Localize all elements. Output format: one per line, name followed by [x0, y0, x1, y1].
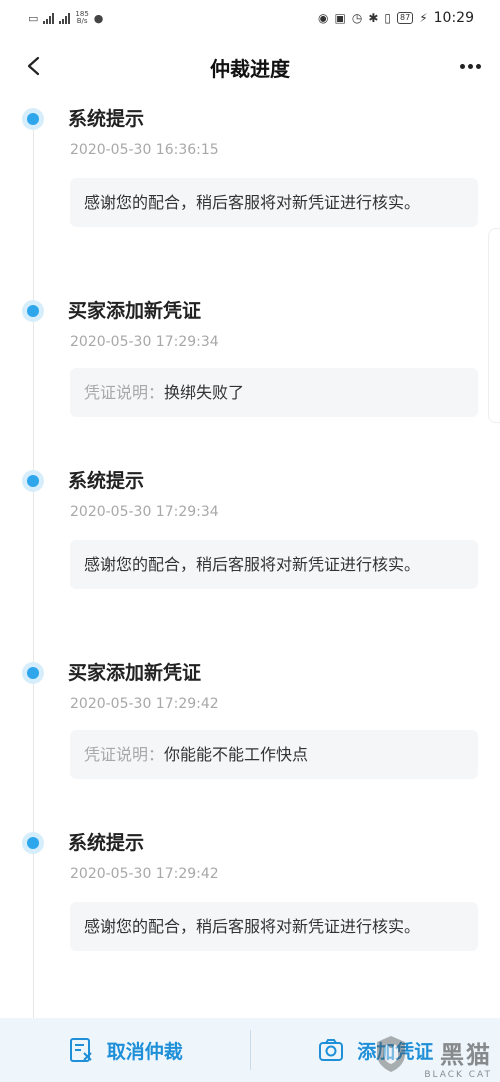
entry-time: 2020-05-30 17:29:34 — [70, 334, 219, 350]
entry-message: 感谢您的配合，稍后客服将对新凭证进行核实。 — [70, 178, 478, 227]
sim-card-icon: ▭ — [28, 11, 39, 25]
clock: 10:29 — [433, 10, 474, 26]
status-left: ▭ 185 B/s ● — [28, 11, 103, 25]
eye-icon: ◉ — [318, 11, 329, 25]
timeline-dot-icon — [22, 300, 44, 322]
bottom-action-bar: 取消仲裁 添加凭证 黑猫 BLACK CAT — [0, 1018, 500, 1082]
message-text: 感谢您的配合，稍后客服将对新凭证进行核实。 — [84, 917, 421, 936]
network-speed: 185 B/s — [75, 11, 88, 25]
chat-icon: ● — [93, 11, 104, 25]
signal-icon — [43, 12, 55, 24]
chevron-left-icon — [27, 56, 40, 76]
message-text: 感谢您的配合，稍后客服将对新凭证进行核实。 — [84, 555, 421, 574]
message-text: 换绑失败了 — [164, 383, 245, 402]
back-button[interactable] — [18, 50, 50, 82]
side-panel-edge[interactable] — [488, 228, 500, 423]
timeline-dot-icon — [22, 470, 44, 492]
entry-title: 买家添加新凭证 — [68, 300, 202, 322]
entry-message: 凭证说明：换绑失败了 — [70, 368, 478, 417]
entry-message: 感谢您的配合，稍后客服将对新凭证进行核实。 — [70, 540, 478, 589]
timeline-dot-icon — [22, 662, 44, 684]
cancel-arbitration-button[interactable]: 取消仲裁 — [0, 1018, 250, 1082]
nav-bar: 仲裁进度 — [0, 36, 500, 98]
battery-level: 87 — [397, 12, 414, 24]
entry-time: 2020-05-30 16:36:15 — [70, 142, 219, 158]
charging-icon: ⚡ — [419, 11, 428, 25]
evidence-label: 凭证说明： — [84, 383, 165, 402]
network-speed-unit: B/s — [76, 17, 88, 25]
cancel-arbitration-label: 取消仲裁 — [106, 1040, 183, 1063]
camera-icon — [319, 1039, 344, 1061]
more-dots-icon — [459, 63, 465, 69]
page-title: 仲裁进度 — [210, 56, 290, 81]
status-right: ◉ ▣ ◷ ✱ ▯ 87 ⚡ 10:29 — [318, 10, 474, 26]
arbitration-timeline: 系统提示 2020-05-30 16:36:15 感谢您的配合，稍后客服将对新凭… — [0, 98, 500, 1018]
entry-message: 凭证说明：你能能不能工作快点 — [70, 730, 478, 779]
document-cancel-icon — [69, 1038, 92, 1062]
entry-time: 2020-05-30 17:29:42 — [70, 866, 219, 882]
message-text: 感谢您的配合，稍后客服将对新凭证进行核实。 — [84, 193, 421, 212]
entry-time: 2020-05-30 17:29:42 — [70, 696, 219, 712]
timeline-line — [33, 108, 34, 1018]
signal-icon-2 — [59, 12, 71, 24]
entry-title: 系统提示 — [68, 108, 145, 130]
evidence-label: 凭证说明： — [84, 745, 165, 764]
watermark-en: BLACK CAT — [424, 1070, 492, 1080]
bluetooth-icon: ✱ — [368, 11, 379, 25]
black-cat-watermark-icon — [377, 1036, 405, 1072]
message-text: 你能能不能工作快点 — [164, 745, 309, 764]
alarm-icon: ◷ — [351, 11, 363, 25]
watermark: 黑猫 BLACK CAT — [424, 1035, 492, 1080]
more-button[interactable] — [454, 52, 486, 80]
entry-title: 系统提示 — [68, 470, 145, 492]
timeline-dot-icon — [22, 108, 44, 130]
entry-message: 感谢您的配合，稍后客服将对新凭证进行核实。 — [70, 902, 478, 951]
status-bar: ▭ 185 B/s ● ◉ ▣ ◷ ✱ ▯ 87 ⚡ 10:29 — [0, 0, 500, 36]
watermark-cn: 黑猫 — [440, 1041, 492, 1069]
timeline-dot-icon — [22, 832, 44, 854]
nfc-icon: ▣ — [334, 11, 346, 25]
entry-time: 2020-05-30 17:29:34 — [70, 504, 219, 520]
vibrate-icon: ▯ — [384, 11, 392, 25]
entry-title: 系统提示 — [68, 832, 145, 854]
entry-title: 买家添加新凭证 — [68, 662, 202, 684]
